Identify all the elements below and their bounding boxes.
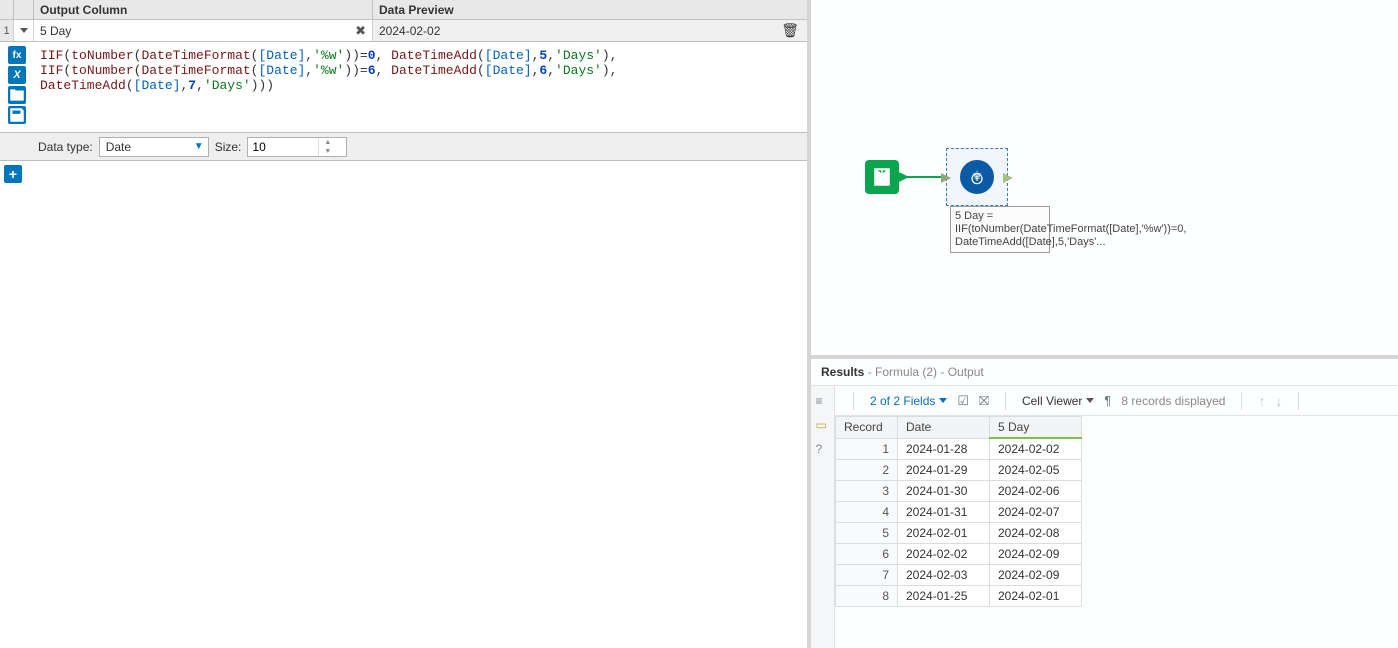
- record-cell: 3: [836, 481, 898, 502]
- 5day-cell[interactable]: 2024-02-08: [990, 523, 1082, 544]
- help-icon[interactable]: ?: [816, 442, 830, 456]
- cell-viewer-dropdown[interactable]: Cell Viewer: [1022, 394, 1094, 408]
- next-arrow-icon[interactable]: ↓: [1275, 393, 1282, 409]
- spinner-up-icon[interactable]: ▲: [319, 138, 336, 147]
- date-cell[interactable]: 2024-02-01: [898, 523, 990, 544]
- 5day-cell[interactable]: 2024-02-02: [990, 438, 1082, 460]
- record-cell: 6: [836, 544, 898, 565]
- fields-dropdown[interactable]: 2 of 2 Fields: [870, 394, 947, 408]
- formula-config-panel: Output Column Data Preview 1 5 Day ✖ 202…: [0, 0, 811, 648]
- chevron-down-icon: [1086, 398, 1094, 403]
- fx-functions-icon[interactable]: fx: [8, 46, 26, 64]
- table-row[interactable]: 12024-01-282024-02-02: [836, 438, 1082, 460]
- prev-arrow-icon[interactable]: ↑: [1258, 393, 1265, 409]
- right-panel: 5 Day = IIF(toNumber(DateTimeFormat([Dat…: [811, 0, 1398, 648]
- table-row[interactable]: 62024-02-022024-02-09: [836, 544, 1082, 565]
- expand-toggle[interactable]: [14, 20, 34, 41]
- col-record-header[interactable]: Record: [836, 417, 898, 439]
- col-5day-header[interactable]: 5 Day: [990, 417, 1082, 439]
- results-title: Results - Formula (2) - Output: [811, 359, 1398, 386]
- record-cell: 5: [836, 523, 898, 544]
- date-cell[interactable]: 2024-01-28: [898, 438, 990, 460]
- results-table: Record Date 5 Day 12024-01-282024-02-022…: [835, 416, 1082, 607]
- results-title-bold: Results: [821, 365, 864, 379]
- col-date-header[interactable]: Date: [898, 417, 990, 439]
- pilcrow-icon[interactable]: ¶: [1104, 393, 1111, 408]
- date-cell[interactable]: 2024-01-30: [898, 481, 990, 502]
- x-variables-icon[interactable]: X: [8, 66, 26, 84]
- list-view-icon[interactable]: ≡: [816, 394, 830, 408]
- 5day-cell[interactable]: 2024-02-05: [990, 460, 1082, 481]
- results-leftbar: ≡ ▭ ?: [811, 386, 835, 648]
- data-preview-header: Data Preview: [373, 0, 807, 19]
- formula-tool-icon: [960, 160, 994, 194]
- output-column-header: Output Column: [34, 0, 373, 19]
- input-anchor-icon[interactable]: [941, 173, 951, 183]
- dropdown-caret-icon: ▼: [194, 141, 204, 152]
- records-displayed-label: 8 records displayed: [1121, 394, 1225, 408]
- folder-icon[interactable]: [8, 86, 26, 104]
- output-anchor-2-icon[interactable]: [1003, 173, 1013, 183]
- table-row[interactable]: 72024-02-032024-02-09: [836, 565, 1082, 586]
- date-cell[interactable]: 2024-01-29: [898, 460, 990, 481]
- formula-editor-area: fx X IIF(toNumber(DateTimeFormat([Date],…: [0, 42, 807, 133]
- 5day-cell[interactable]: 2024-02-07: [990, 502, 1082, 523]
- table-row[interactable]: 42024-01-312024-02-07: [836, 502, 1082, 523]
- clear-selection-icon[interactable]: ⛝: [979, 393, 989, 409]
- results-title-rest: - Formula (2) - Output: [864, 365, 983, 379]
- workflow-canvas[interactable]: 5 Day = IIF(toNumber(DateTimeFormat([Dat…: [811, 0, 1398, 359]
- table-row[interactable]: 22024-01-292024-02-05: [836, 460, 1082, 481]
- checkbox-icon[interactable]: ☑: [957, 393, 969, 409]
- data-preview-value: 2024-02-02: [379, 24, 440, 38]
- datatype-row: Data type: Date ▼ Size: ▲▼: [0, 133, 807, 161]
- expand-header: [14, 0, 34, 19]
- datatype-label: Data type:: [38, 140, 93, 154]
- add-row-area: +: [0, 161, 807, 187]
- spinner-down-icon[interactable]: ▼: [319, 147, 336, 156]
- tool-annotation[interactable]: 5 Day = IIF(toNumber(DateTimeFormat([Dat…: [950, 206, 1050, 253]
- formula-sidebar: fx X: [0, 42, 34, 132]
- table-row[interactable]: 82024-01-252024-02-01: [836, 586, 1082, 607]
- results-toolbar: 2 of 2 Fields ☑ ⛝ Cell Viewer ¶ 8 record…: [835, 386, 1398, 416]
- datatype-select[interactable]: Date ▼: [99, 137, 209, 157]
- 5day-cell[interactable]: 2024-02-06: [990, 481, 1082, 502]
- size-label: Size:: [215, 140, 242, 154]
- formula-tool-selected[interactable]: [946, 148, 1008, 206]
- 5day-cell[interactable]: 2024-02-09: [990, 565, 1082, 586]
- input-data-tool[interactable]: [865, 160, 899, 194]
- datatype-value: Date: [106, 140, 131, 154]
- row-number: 1: [0, 20, 14, 41]
- delete-row-icon[interactable]: 🗑: [781, 22, 799, 39]
- config-row-1: 1 5 Day ✖ 2024-02-02 🗑: [0, 20, 807, 42]
- record-cell: 1: [836, 438, 898, 460]
- output-column-cell[interactable]: 5 Day ✖: [34, 20, 373, 41]
- date-cell[interactable]: 2024-01-31: [898, 502, 990, 523]
- formula-textarea[interactable]: IIF(toNumber(DateTimeFormat([Date],'%w')…: [34, 42, 807, 132]
- date-cell[interactable]: 2024-01-25: [898, 586, 990, 607]
- size-input-wrap: ▲▼: [247, 137, 347, 157]
- record-cell: 7: [836, 565, 898, 586]
- record-cell: 8: [836, 586, 898, 607]
- data-preview-cell: 2024-02-02 🗑: [373, 20, 807, 41]
- note-view-icon[interactable]: ▭: [816, 418, 830, 432]
- chevron-down-icon: [939, 398, 947, 403]
- table-row[interactable]: 32024-01-302024-02-06: [836, 481, 1082, 502]
- output-column-value: 5 Day: [40, 24, 71, 38]
- date-cell[interactable]: 2024-02-03: [898, 565, 990, 586]
- add-expression-button[interactable]: +: [4, 165, 22, 183]
- size-input[interactable]: [248, 140, 318, 154]
- record-cell: 2: [836, 460, 898, 481]
- record-cell: 4: [836, 502, 898, 523]
- 5day-cell[interactable]: 2024-02-09: [990, 544, 1082, 565]
- rownum-header: [0, 0, 14, 19]
- date-cell[interactable]: 2024-02-02: [898, 544, 990, 565]
- size-spinner[interactable]: ▲▼: [318, 138, 336, 156]
- 5day-cell[interactable]: 2024-02-01: [990, 586, 1082, 607]
- config-grid-header: Output Column Data Preview: [0, 0, 807, 20]
- save-icon[interactable]: [8, 106, 26, 124]
- results-panel: Results - Formula (2) - Output ≡ ▭ ? 2 o…: [811, 359, 1398, 648]
- table-row[interactable]: 52024-02-012024-02-08: [836, 523, 1082, 544]
- clear-output-icon[interactable]: ✖: [355, 23, 366, 39]
